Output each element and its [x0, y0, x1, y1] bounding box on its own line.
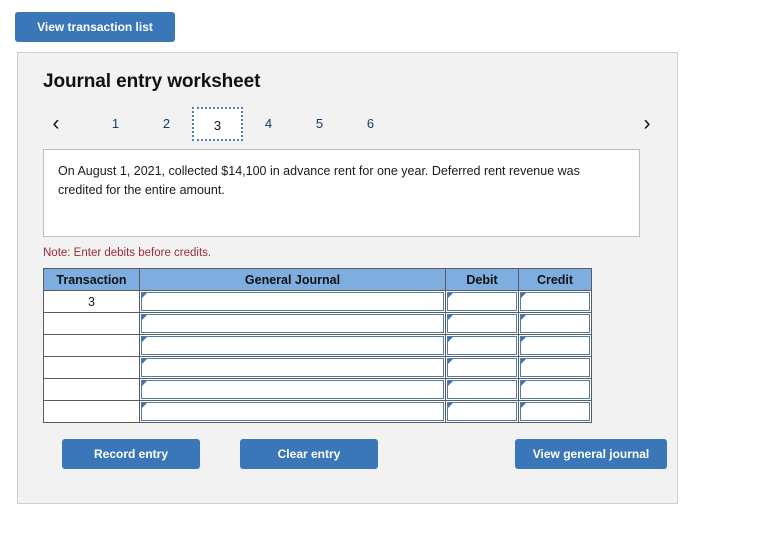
cell-journal — [139, 312, 446, 335]
journal-input-wrapper[interactable] — [141, 314, 444, 333]
view-transaction-list-button[interactable]: View transaction list — [15, 12, 175, 42]
cell-transaction: 3 — [43, 290, 140, 313]
journal-input-wrapper[interactable] — [141, 336, 444, 355]
credit-input[interactable] — [521, 359, 589, 376]
page-title: Journal entry worksheet — [43, 71, 261, 92]
column-header-debit: Debit — [445, 268, 519, 291]
column-header-credit: Credit — [518, 268, 592, 291]
credit-input[interactable] — [521, 403, 589, 420]
transaction-description-box: On August 1, 2021, collected $14,100 in … — [43, 149, 640, 237]
debit-input-wrapper[interactable] — [447, 402, 517, 421]
debit-input-wrapper[interactable] — [447, 358, 517, 377]
credit-input-wrapper[interactable] — [520, 358, 590, 377]
debit-input[interactable] — [448, 403, 516, 420]
cell-transaction — [43, 334, 140, 357]
credit-input-wrapper[interactable] — [520, 336, 590, 355]
credit-input-wrapper[interactable] — [520, 402, 590, 421]
cell-transaction — [43, 378, 140, 401]
debit-input[interactable] — [448, 359, 516, 376]
clear-entry-button[interactable]: Clear entry — [240, 439, 378, 469]
credit-input-wrapper[interactable] — [520, 314, 590, 333]
panel-footer: Record entry Clear entry View general jo… — [18, 439, 677, 471]
journal-input-wrapper[interactable] — [141, 358, 444, 377]
debit-input-wrapper[interactable] — [447, 314, 517, 333]
cell-credit — [518, 290, 592, 313]
debit-input[interactable] — [448, 293, 516, 310]
pager-item-2[interactable]: 2 — [141, 107, 192, 141]
cell-transaction — [43, 312, 140, 335]
top-toolbar: View transaction list — [0, 0, 770, 42]
table-row — [43, 400, 592, 423]
table-row — [43, 378, 592, 401]
journal-input[interactable] — [142, 381, 443, 398]
pager-item-5[interactable]: 5 — [294, 107, 345, 141]
debit-input[interactable] — [448, 381, 516, 398]
debit-input[interactable] — [448, 315, 516, 332]
cell-debit — [445, 400, 519, 423]
cell-transaction — [43, 356, 140, 379]
journal-entry-panel: Journal entry worksheet ‹ 123456 › On Au… — [17, 52, 678, 504]
cell-credit — [518, 378, 592, 401]
cell-journal — [139, 378, 446, 401]
cell-credit — [518, 334, 592, 357]
column-header-transaction: Transaction — [43, 268, 140, 291]
pager-item-1[interactable]: 1 — [90, 107, 141, 141]
cell-credit — [518, 356, 592, 379]
pager-item-4[interactable]: 4 — [243, 107, 294, 141]
cell-journal — [139, 356, 446, 379]
credit-input-wrapper[interactable] — [520, 292, 590, 311]
debit-input-wrapper[interactable] — [447, 380, 517, 399]
cell-debit — [445, 356, 519, 379]
cell-journal — [139, 400, 446, 423]
journal-input-wrapper[interactable] — [141, 380, 444, 399]
credit-input[interactable] — [521, 293, 589, 310]
debit-input-wrapper[interactable] — [447, 292, 517, 311]
cell-transaction — [43, 400, 140, 423]
journal-input-wrapper[interactable] — [141, 402, 444, 421]
cell-journal — [139, 290, 446, 313]
cell-debit — [445, 312, 519, 335]
column-header-general-journal: General Journal — [139, 268, 446, 291]
journal-input[interactable] — [142, 293, 443, 310]
worksheet-pager: ‹ 123456 › — [18, 107, 677, 143]
credit-input[interactable] — [521, 315, 589, 332]
debits-before-credits-note: Note: Enter debits before credits. — [43, 247, 212, 259]
table-header-row: Transaction General Journal Debit Credit — [43, 268, 592, 291]
pager-item-6[interactable]: 6 — [345, 107, 396, 141]
journal-input-wrapper[interactable] — [141, 292, 444, 311]
view-general-journal-button[interactable]: View general journal — [515, 439, 667, 469]
chevron-right-icon[interactable]: › — [636, 107, 658, 141]
debit-input-wrapper[interactable] — [447, 336, 517, 355]
table-row — [43, 356, 592, 379]
chevron-left-icon[interactable]: ‹ — [45, 107, 67, 141]
credit-input[interactable] — [521, 337, 589, 354]
table-row — [43, 334, 592, 357]
journal-input[interactable] — [142, 337, 443, 354]
table-row — [43, 312, 592, 335]
cell-credit — [518, 312, 592, 335]
record-entry-button[interactable]: Record entry — [62, 439, 200, 469]
pager-item-list: 123456 — [90, 107, 396, 141]
cell-journal — [139, 334, 446, 357]
cell-debit — [445, 290, 519, 313]
cell-debit — [445, 334, 519, 357]
credit-input-wrapper[interactable] — [520, 380, 590, 399]
table-row: 3 — [43, 290, 592, 313]
journal-input[interactable] — [142, 359, 443, 376]
journal-input[interactable] — [142, 403, 443, 420]
pager-item-3[interactable]: 3 — [192, 107, 243, 141]
cell-debit — [445, 378, 519, 401]
journal-entry-table: Transaction General Journal Debit Credit… — [43, 268, 592, 423]
debit-input[interactable] — [448, 337, 516, 354]
transaction-description-text: On August 1, 2021, collected $14,100 in … — [58, 164, 580, 197]
cell-credit — [518, 400, 592, 423]
journal-input[interactable] — [142, 315, 443, 332]
credit-input[interactable] — [521, 381, 589, 398]
